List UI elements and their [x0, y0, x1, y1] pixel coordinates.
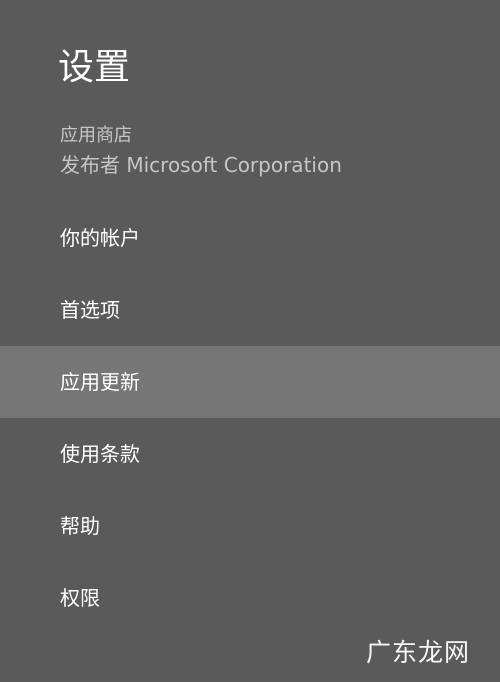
menu-item-label: 使用条款 — [60, 442, 140, 466]
publisher-text: 发布者 Microsoft Corporation — [60, 153, 342, 177]
pane-title: 设置 — [58, 47, 131, 88]
menu-item-terms-of-use[interactable]: 使用条款 — [0, 418, 500, 490]
menu-item-label: 你的帐户 — [60, 226, 140, 250]
menu-item-app-updates[interactable]: 应用更新 — [0, 346, 500, 418]
menu-item-label: 权限 — [60, 586, 100, 610]
menu-item-permissions[interactable]: 权限 — [0, 562, 500, 634]
menu-item-label: 帮助 — [60, 514, 100, 538]
settings-pane: 设置 应用商店 发布者 Microsoft Corporation 你的帐户 首… — [0, 0, 500, 682]
menu-item-your-account[interactable]: 你的帐户 — [0, 202, 500, 274]
watermark-text: 广东龙网 — [366, 638, 471, 667]
settings-menu: 你的帐户 首选项 应用更新 使用条款 帮助 权限 — [0, 202, 500, 634]
app-name: 应用商店 — [60, 125, 132, 146]
menu-item-label: 首选项 — [60, 298, 120, 322]
menu-item-label: 应用更新 — [60, 370, 140, 394]
menu-item-help[interactable]: 帮助 — [0, 490, 500, 562]
menu-item-preferences[interactable]: 首选项 — [0, 274, 500, 346]
